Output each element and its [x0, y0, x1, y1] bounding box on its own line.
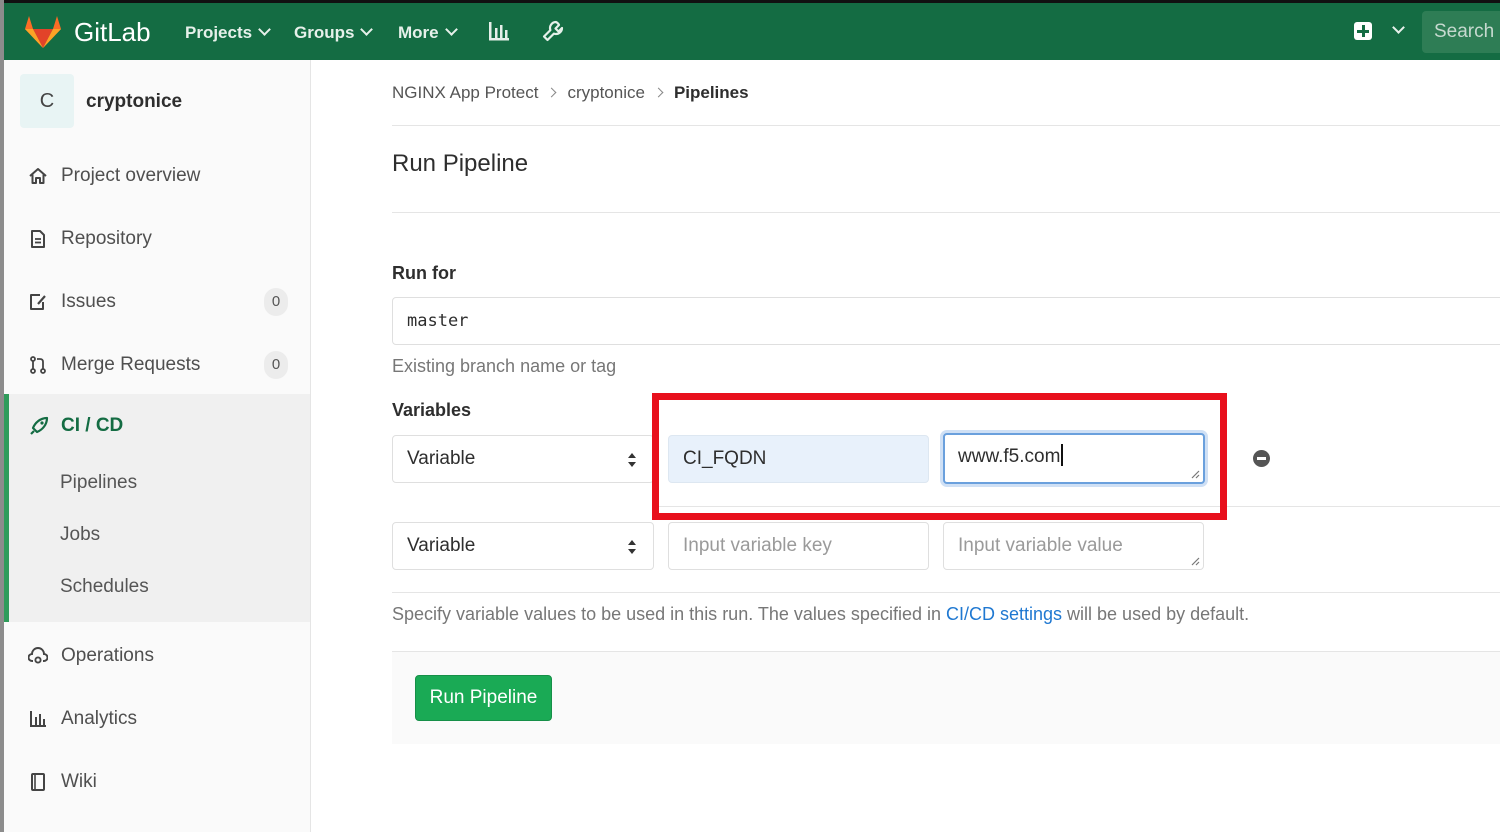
issues-icon	[30, 294, 46, 310]
book-icon	[31, 773, 45, 791]
project-avatar[interactable]: C	[20, 74, 74, 128]
breadcrumb-project[interactable]: cryptonice	[567, 83, 644, 102]
rocket-icon	[30, 416, 49, 435]
wrench-icon[interactable]	[541, 19, 565, 43]
breadcrumb-group[interactable]: NGINX App Protect	[392, 83, 538, 102]
resize-handle-icon[interactable]	[1190, 556, 1200, 566]
divider	[392, 212, 1500, 213]
projects-menu-label: Projects	[185, 23, 253, 42]
activity-chart-icon[interactable]	[487, 19, 511, 43]
variables-label: Variables	[392, 400, 472, 420]
page-title: Run Pipeline	[392, 150, 529, 177]
sidebar-item-project-overview[interactable]: Project overview	[4, 156, 310, 196]
groups-menu-label: Groups	[294, 23, 355, 42]
search-input[interactable]: Search or jump to…	[1422, 11, 1500, 53]
breadcrumb-current[interactable]: Pipelines	[674, 83, 749, 102]
new-item-plus-icon[interactable]	[1354, 22, 1372, 40]
variables-help-before: Specify variable values to be used in th…	[392, 604, 946, 624]
ref-select-input[interactable]: master	[392, 297, 1500, 345]
remove-variable-icon[interactable]	[1253, 450, 1270, 467]
sidebar-item-label: Operations	[61, 645, 154, 666]
sidebar-subitem-jobs[interactable]: Jobs	[60, 524, 100, 546]
top-navbar: GitLab Projects Groups More Search or ju…	[4, 0, 1500, 60]
analytics-chart-icon	[30, 711, 46, 727]
sidebar-item-label: Merge Requests	[61, 354, 201, 375]
variable-key-placeholder: Input variable key	[683, 535, 832, 556]
chevron-right-icon	[653, 87, 664, 98]
sidebar-subitem-pipelines[interactable]: Pipelines	[60, 472, 137, 494]
projects-menu[interactable]: Projects	[185, 23, 271, 43]
ref-help-text: Existing branch name or tag	[392, 356, 617, 376]
chevron-down-icon[interactable]	[1392, 21, 1405, 34]
variable-value-placeholder: Input variable value	[958, 535, 1123, 556]
variable-value-textarea[interactable]: Input variable value	[943, 522, 1204, 570]
run-pipeline-button[interactable]: Run Pipeline	[415, 675, 552, 721]
variables-help-text: Specify variable values to be used in th…	[392, 604, 1249, 625]
run-for-label: Run for	[392, 263, 456, 283]
merge-request-icon	[30, 356, 46, 374]
more-menu[interactable]: More	[398, 23, 458, 43]
sidebar-item-operations[interactable]: Operations	[4, 636, 310, 676]
chevron-down-icon	[444, 23, 458, 36]
gitlab-brand[interactable]: GitLab	[74, 17, 151, 48]
variable-type-value: Variable	[407, 448, 476, 469]
sidebar-item-label: Issues	[61, 291, 116, 312]
chevron-down-icon	[360, 23, 374, 36]
variable-type-select[interactable]: Variable	[392, 522, 654, 570]
form-actions	[392, 652, 1500, 744]
home-icon	[29, 168, 47, 184]
sidebar-item-label: Wiki	[61, 771, 97, 792]
sidebar-item-wiki[interactable]: Wiki	[4, 762, 310, 802]
gitlab-logo-icon[interactable]	[24, 14, 62, 50]
chevron-down-icon	[258, 23, 271, 36]
sidebar-item-merge-requests[interactable]: Merge Requests 0	[4, 345, 310, 385]
project-sidebar: C cryptonice Project overview Repository…	[4, 60, 311, 832]
sidebar-item-issues[interactable]: Issues 0	[4, 282, 310, 322]
breadcrumb: NGINX App Protect cryptonice Pipelines	[392, 83, 749, 103]
cicd-settings-link[interactable]: CI/CD settings	[946, 604, 1062, 624]
more-menu-label: More	[398, 23, 439, 42]
variable-type-value: Variable	[407, 535, 476, 556]
sidebar-item-repository[interactable]: Repository	[4, 219, 310, 259]
search-placeholder: Search or jump to…	[1434, 21, 1500, 42]
sidebar-item-label: Analytics	[61, 708, 138, 729]
ref-value: master	[407, 311, 469, 331]
sidebar-item-label: Repository	[61, 228, 152, 249]
cloud-gear-icon	[28, 647, 48, 664]
variable-key-input[interactable]: Input variable key	[668, 522, 929, 570]
groups-menu[interactable]: Groups	[294, 23, 374, 43]
variable-type-select[interactable]: Variable	[392, 435, 654, 483]
document-icon	[31, 230, 45, 248]
merge-requests-count-badge: 0	[264, 351, 288, 379]
highlight-annotation-box	[652, 393, 1227, 520]
sidebar-item-cicd[interactable]: CI / CD	[61, 415, 123, 437]
divider	[392, 125, 1500, 126]
sidebar-item-analytics[interactable]: Analytics	[4, 699, 310, 739]
variables-help-after: will be used by default.	[1062, 604, 1250, 624]
project-name[interactable]: cryptonice	[86, 91, 182, 113]
divider	[392, 592, 1500, 593]
sidebar-subitem-schedules[interactable]: Schedules	[60, 576, 149, 598]
issues-count-badge: 0	[264, 288, 288, 316]
sidebar-item-label: Project overview	[61, 165, 201, 186]
sort-updown-icon	[628, 540, 636, 554]
sort-updown-icon	[628, 453, 636, 467]
chevron-right-icon	[547, 87, 557, 98]
